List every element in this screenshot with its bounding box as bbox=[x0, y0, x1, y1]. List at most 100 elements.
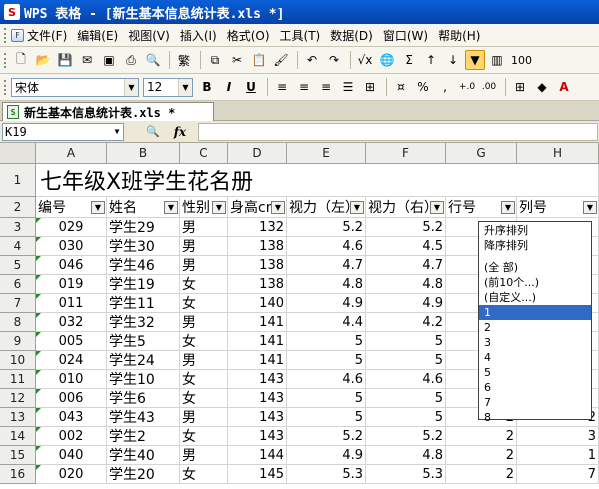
row-header[interactable]: 2 bbox=[0, 197, 36, 218]
data-cell[interactable]: 010 bbox=[36, 370, 107, 389]
filter-value-option[interactable]: 1 bbox=[479, 305, 591, 320]
data-cell[interactable]: 4.8 bbox=[366, 446, 446, 465]
data-cell[interactable]: 3 bbox=[517, 427, 599, 446]
data-cell[interactable]: 4.6 bbox=[287, 237, 366, 256]
data-cell[interactable]: 141 bbox=[228, 351, 287, 370]
data-cell[interactable]: 女 bbox=[180, 370, 228, 389]
data-cell[interactable]: 006 bbox=[36, 389, 107, 408]
row-header[interactable]: 8 bbox=[0, 313, 36, 332]
data-cell[interactable]: 2 bbox=[446, 427, 517, 446]
wps-app-icon[interactable]: S bbox=[4, 4, 20, 20]
undo-icon[interactable]: ↶ bbox=[302, 50, 322, 70]
data-cell[interactable]: 5 bbox=[287, 332, 366, 351]
menu-data[interactable]: 数据(D) bbox=[330, 27, 373, 44]
zoom-formula-icon[interactable]: 🔍 bbox=[146, 125, 160, 138]
data-cell[interactable]: 030 bbox=[36, 237, 107, 256]
data-cell[interactable]: 男 bbox=[180, 237, 228, 256]
menu-tools[interactable]: 工具(T) bbox=[280, 27, 321, 44]
data-cell[interactable]: 学生46 bbox=[107, 256, 180, 275]
data-cell[interactable]: 学生32 bbox=[107, 313, 180, 332]
data-cell[interactable]: 4.2 bbox=[366, 313, 446, 332]
data-cell[interactable]: 4.7 bbox=[366, 256, 446, 275]
header-cell[interactable]: 行号 ▼ bbox=[446, 197, 517, 218]
autofilter-arrow-icon[interactable]: ▼ bbox=[430, 201, 444, 214]
sort-ascending-icon[interactable]: ↑ bbox=[421, 50, 441, 70]
align-left-icon[interactable]: ≡ bbox=[272, 77, 292, 97]
data-cell[interactable]: 138 bbox=[228, 237, 287, 256]
align-center-icon[interactable]: ≡ bbox=[294, 77, 314, 97]
autofilter-arrow-icon[interactable]: ▼ bbox=[583, 201, 597, 214]
font-name-select[interactable]: 宋体 ▼ bbox=[11, 77, 139, 97]
data-cell[interactable]: 5 bbox=[366, 408, 446, 427]
menu-view[interactable]: 视图(V) bbox=[128, 27, 170, 44]
borders-icon[interactable]: ⊞ bbox=[510, 77, 530, 97]
data-cell[interactable]: 男 bbox=[180, 446, 228, 465]
filter-value-option[interactable]: 3 bbox=[479, 335, 591, 350]
data-cell[interactable]: 学生2 bbox=[107, 427, 180, 446]
autofilter-arrow-icon[interactable]: ▼ bbox=[212, 201, 226, 214]
filter-value-option[interactable]: 5 bbox=[479, 365, 591, 380]
autofilter-arrow-icon[interactable]: ▼ bbox=[164, 201, 178, 214]
row-header[interactable]: 3 bbox=[0, 218, 36, 237]
data-cell[interactable]: 男 bbox=[180, 256, 228, 275]
data-cell[interactable]: 141 bbox=[228, 332, 287, 351]
data-cell[interactable]: 4.9 bbox=[287, 294, 366, 313]
data-cell[interactable]: 5 bbox=[287, 351, 366, 370]
data-cell[interactable]: 7 bbox=[517, 465, 599, 484]
data-cell[interactable]: 学生29 bbox=[107, 218, 180, 237]
data-cell[interactable]: 男 bbox=[180, 408, 228, 427]
underline-button[interactable]: U bbox=[241, 77, 261, 97]
open-folder-icon[interactable]: 📂 bbox=[33, 50, 53, 70]
data-cell[interactable]: 019 bbox=[36, 275, 107, 294]
data-cell[interactable]: 2 bbox=[446, 446, 517, 465]
column-header[interactable]: C bbox=[180, 143, 228, 164]
row-header[interactable]: 1 bbox=[0, 164, 36, 197]
bold-button[interactable]: B bbox=[197, 77, 217, 97]
data-cell[interactable]: 女 bbox=[180, 275, 228, 294]
data-cell[interactable]: 143 bbox=[228, 427, 287, 446]
data-cell[interactable]: 4.9 bbox=[287, 446, 366, 465]
filter-value-option[interactable]: 2 bbox=[479, 320, 591, 335]
autosum-icon[interactable]: Σ bbox=[399, 50, 419, 70]
data-cell[interactable]: 学生40 bbox=[107, 446, 180, 465]
justify-icon[interactable]: ☰ bbox=[338, 77, 358, 97]
data-cell[interactable]: 043 bbox=[36, 408, 107, 427]
menu-insert[interactable]: 插入(I) bbox=[180, 27, 217, 44]
sheet-title-cell[interactable]: 七年级X班学生花名册 bbox=[36, 164, 599, 197]
filter-value-option[interactable]: 4 bbox=[479, 350, 591, 365]
header-cell[interactable]: 列号 ▼ bbox=[517, 197, 599, 218]
data-cell[interactable]: 5.2 bbox=[287, 427, 366, 446]
data-cell[interactable]: 学生10 bbox=[107, 370, 180, 389]
column-header[interactable]: D bbox=[228, 143, 287, 164]
data-cell[interactable]: 学生24 bbox=[107, 351, 180, 370]
column-header[interactable]: B bbox=[107, 143, 180, 164]
autofilter-arrow-icon[interactable]: ▼ bbox=[501, 201, 515, 214]
data-cell[interactable]: 4.7 bbox=[287, 256, 366, 275]
data-cell[interactable]: 143 bbox=[228, 370, 287, 389]
row-header[interactable]: 5 bbox=[0, 256, 36, 275]
row-header[interactable]: 6 bbox=[0, 275, 36, 294]
data-cell[interactable]: 4.9 bbox=[366, 294, 446, 313]
copy-icon[interactable]: ⧉ bbox=[205, 50, 225, 70]
data-cell[interactable]: 4.8 bbox=[287, 275, 366, 294]
column-header[interactable]: H bbox=[517, 143, 599, 164]
data-cell[interactable]: 5.2 bbox=[287, 218, 366, 237]
data-cell[interactable]: 046 bbox=[36, 256, 107, 275]
autofilter-icon[interactable]: ▼ bbox=[465, 50, 485, 70]
header-cell[interactable]: 编号 ▼ bbox=[36, 197, 107, 218]
data-cell[interactable]: 141 bbox=[228, 313, 287, 332]
column-header[interactable]: E bbox=[287, 143, 366, 164]
insert-function-icon[interactable]: √x bbox=[355, 50, 375, 70]
menu-window[interactable]: 窗口(W) bbox=[383, 27, 428, 44]
toolbar-grip[interactable] bbox=[4, 79, 7, 95]
row-header[interactable]: 11 bbox=[0, 370, 36, 389]
filter-value-option[interactable]: 6 bbox=[479, 380, 591, 395]
paste-icon[interactable]: 📋 bbox=[249, 50, 269, 70]
cut-icon[interactable]: ✂ bbox=[227, 50, 247, 70]
row-header[interactable]: 9 bbox=[0, 332, 36, 351]
data-cell[interactable]: 005 bbox=[36, 332, 107, 351]
data-cell[interactable]: 138 bbox=[228, 275, 287, 294]
spellcheck-icon[interactable]: 繁 bbox=[174, 50, 194, 70]
column-header[interactable]: F bbox=[366, 143, 446, 164]
filter-value-option[interactable]: 8 bbox=[479, 410, 591, 425]
